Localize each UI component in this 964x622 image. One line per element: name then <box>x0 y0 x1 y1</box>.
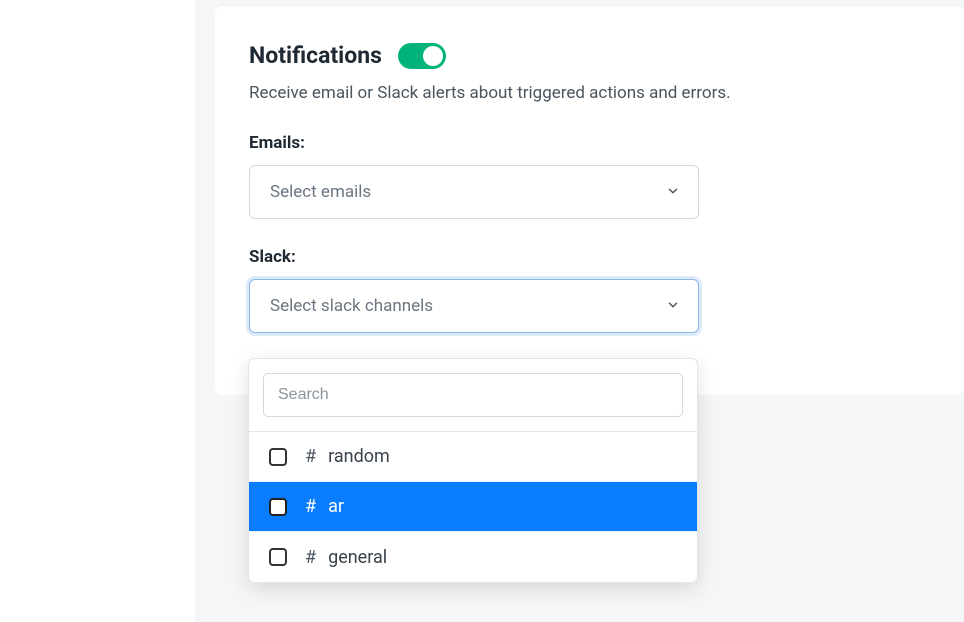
channel-label: # ar <box>305 496 344 517</box>
emails-placeholder: Select emails <box>270 182 371 202</box>
emails-field: Emails: Select emails <box>249 133 930 219</box>
notifications-description: Receive email or Slack alerts about trig… <box>249 83 930 103</box>
channel-name: random <box>328 446 390 467</box>
options-list: # random # ar # general <box>249 431 697 582</box>
sidebar-area <box>0 0 195 622</box>
channel-name: ar <box>328 496 344 517</box>
notifications-toggle[interactable] <box>398 43 446 69</box>
emails-select[interactable]: Select emails <box>249 165 699 219</box>
slack-placeholder: Select slack channels <box>270 296 433 316</box>
option-general[interactable]: # general <box>249 532 697 582</box>
notifications-card: Notifications Receive email or Slack ale… <box>215 5 964 395</box>
slack-select[interactable]: Select slack channels <box>249 279 699 333</box>
dropdown-search-input[interactable] <box>263 373 683 417</box>
toggle-knob <box>423 46 443 66</box>
chevron-down-icon <box>666 297 680 316</box>
checkbox[interactable] <box>269 498 287 516</box>
checkbox[interactable] <box>269 548 287 566</box>
chevron-down-icon <box>666 183 680 202</box>
slack-dropdown-panel: # random # ar # general <box>248 358 698 583</box>
hash-icon: # <box>305 446 316 467</box>
search-wrap <box>249 359 697 431</box>
option-ar[interactable]: # ar <box>249 482 697 532</box>
channel-label: # general <box>305 547 387 568</box>
hash-icon: # <box>305 496 316 517</box>
option-random[interactable]: # random <box>249 432 697 482</box>
checkbox[interactable] <box>269 448 287 466</box>
channel-name: general <box>328 547 387 568</box>
notifications-title: Notifications <box>249 42 382 69</box>
slack-field: Slack: Select slack channels <box>249 247 930 333</box>
channel-label: # random <box>305 446 390 467</box>
slack-label: Slack: <box>249 247 930 267</box>
header-row: Notifications <box>249 42 930 69</box>
emails-label: Emails: <box>249 133 930 153</box>
hash-icon: # <box>305 547 316 568</box>
